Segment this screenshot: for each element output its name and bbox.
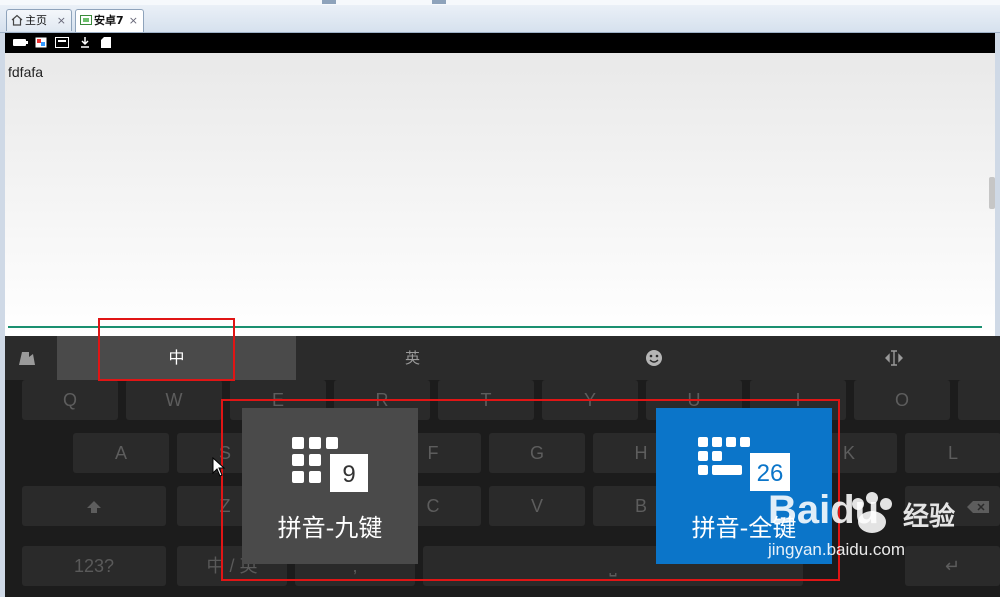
cursor-move-icon[interactable] <box>885 349 903 367</box>
backspace-icon <box>966 501 989 514</box>
layout-options-highlight <box>221 399 840 581</box>
key-q[interactable]: Q <box>22 380 118 420</box>
home-icon <box>11 14 23 26</box>
mouse-pointer-icon <box>212 457 226 477</box>
download-icon <box>81 37 89 48</box>
tab-android7[interactable]: 安卓7 × <box>75 9 144 32</box>
english-mode-tab[interactable]: 英 <box>405 336 420 380</box>
key-o[interactable]: O <box>854 380 950 420</box>
tab-android7-close-icon[interactable]: × <box>129 10 138 31</box>
screen-icon <box>55 37 69 48</box>
sdcard-icon <box>101 37 111 48</box>
numbers-key[interactable]: 123? <box>22 546 166 586</box>
scrollbar-thumb[interactable] <box>989 177 995 209</box>
photo-icon <box>35 37 47 48</box>
shift-icon <box>87 501 101 514</box>
shift-key[interactable] <box>22 486 166 526</box>
app-text-area[interactable]: fdfafa <box>5 53 995 336</box>
keyboard-logo-icon[interactable] <box>17 350 37 366</box>
key-p[interactable] <box>958 380 1000 420</box>
key-w[interactable]: W <box>126 380 222 420</box>
android-window-icon <box>80 15 92 25</box>
toolbar-mark <box>432 0 446 4</box>
tab-bar: 主页 × 安卓7 × <box>0 0 1000 33</box>
tab-bar-top-strip <box>0 0 1000 5</box>
toolbar-mark <box>322 0 336 4</box>
tab-home[interactable]: 主页 × <box>6 9 72 31</box>
chinese-tab-highlight <box>98 318 235 381</box>
watermark-url: jingyan.baidu.com <box>768 540 906 559</box>
watermark-brand-cn: 经验 <box>903 502 956 532</box>
battery-icon <box>13 39 28 46</box>
tab-home-label: 主页 <box>25 14 47 27</box>
key-l[interactable]: L <box>905 433 1000 473</box>
tab-home-close-icon[interactable]: × <box>57 10 66 31</box>
key-a[interactable]: A <box>73 433 169 473</box>
android-status-bar <box>5 33 995 53</box>
emoji-icon[interactable] <box>645 349 663 367</box>
typed-text: fdfafa <box>8 64 44 80</box>
tab-android7-label: 安卓7 <box>94 14 124 27</box>
baidu-jingyan-watermark: Baidu 经验 jingyan.baidu.com <box>768 488 968 568</box>
watermark-brand: Baidu <box>768 488 880 532</box>
